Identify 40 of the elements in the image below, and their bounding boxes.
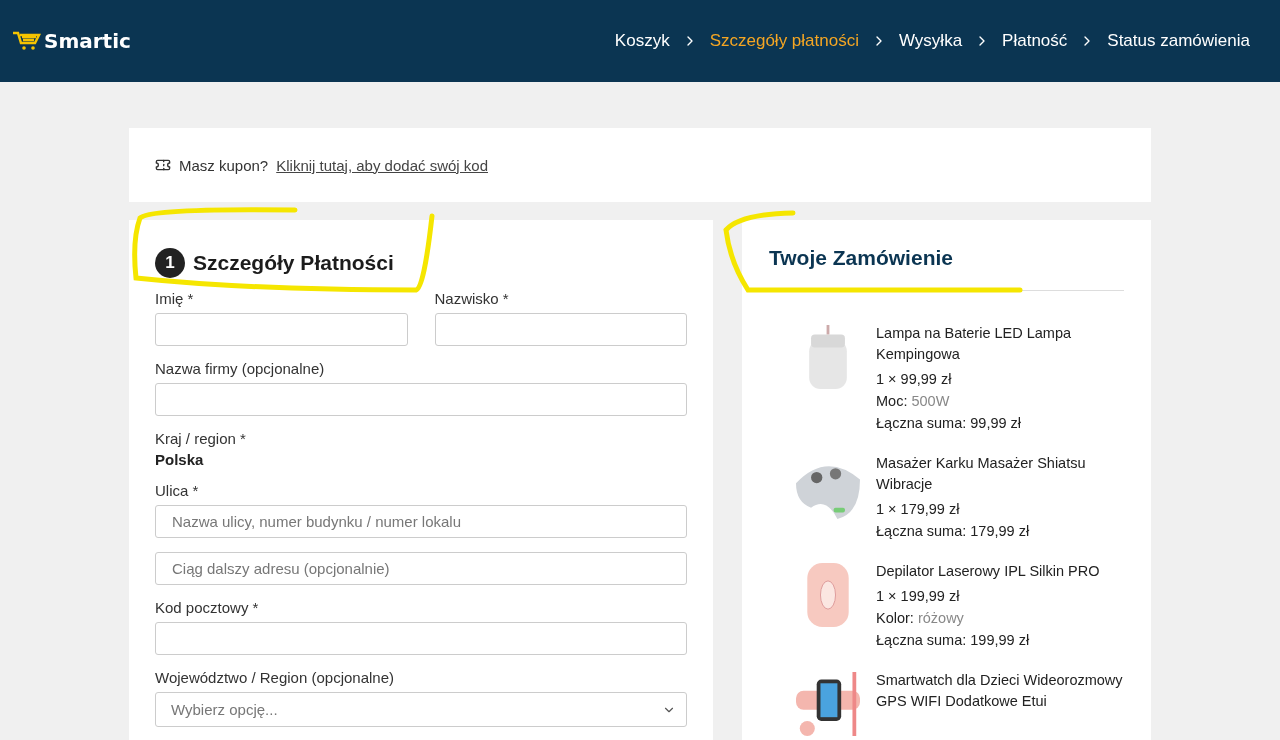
breadcrumb-step[interactable]: Koszyk xyxy=(614,31,670,51)
coupon-link[interactable]: Kliknij tutaj, aby dodać swój kod xyxy=(276,156,488,174)
field-label: Nazwa firmy (opcjonalne) xyxy=(155,360,326,377)
field-label: Kraj / region * xyxy=(155,430,247,447)
breadcrumb-step[interactable]: Wysyłka xyxy=(898,31,963,51)
section-title: Twoje Zamówienie xyxy=(769,246,1124,291)
cart-icon xyxy=(12,30,42,52)
input-field[interactable] xyxy=(155,313,408,346)
field-label: Kod pocztowy * xyxy=(155,599,260,616)
product-price: 1 × 99,99 zł xyxy=(876,371,953,387)
product-attribute: Moc: 500W xyxy=(876,393,951,409)
product-name[interactable]: Lampa na Baterie LED Lampa Kempingowa xyxy=(876,323,1124,365)
input-field[interactable] xyxy=(155,383,687,416)
step-number: 1 xyxy=(155,248,185,278)
product-total: Łączna suma: 179,99 zł xyxy=(876,523,1031,539)
product-price: 1 × 179,99 zł xyxy=(876,501,961,517)
logo[interactable]: Smartic xyxy=(44,29,131,53)
product-attribute: Kolor: różowy xyxy=(876,610,965,626)
section-title: Szczegóły Płatności xyxy=(193,251,394,275)
input-field[interactable] xyxy=(434,313,687,346)
breadcrumb-step[interactable]: Szczegóły płatności xyxy=(709,31,859,51)
product-price: 1 × 199,99 zł xyxy=(876,588,961,604)
ticket-icon xyxy=(155,157,171,173)
field-label: Imię * xyxy=(155,290,195,307)
select-field[interactable]: Wybierz opcję... xyxy=(155,692,687,727)
product-total: Łączna suma: 199,99 zł xyxy=(876,632,1031,648)
product-name[interactable]: Depilator Laserowy IPL Silkin PRO xyxy=(876,561,1100,582)
coupon-text: Masz kupon? xyxy=(179,156,269,174)
country-value: Polska xyxy=(155,451,205,468)
breadcrumb-step[interactable]: Status zamówienia xyxy=(1107,31,1250,51)
product-name[interactable]: Smartwatch dla Dzieci Wideorozmowy GPS WIFI Dodatkowe Etui xyxy=(876,670,1124,712)
input-field[interactable]: Ciąg dalszy adresu (opcjonalnie) xyxy=(155,552,687,585)
input-field[interactable]: Nazwa ulicy, numer budynku / numer lokalu xyxy=(155,505,687,538)
product-total: Łączna suma: 99,99 zł xyxy=(876,415,1023,431)
field-label: Województwo / Region (opcjonalne) xyxy=(155,669,396,686)
breadcrumb-step[interactable]: Płatność xyxy=(1002,31,1068,51)
input-field[interactable] xyxy=(155,622,687,655)
product-name[interactable]: Masażer Karku Masażer Shiatsu Wibracje xyxy=(876,453,1124,495)
field-label: Ulica * xyxy=(155,482,200,499)
field-label: Nazwisko * xyxy=(434,290,510,307)
